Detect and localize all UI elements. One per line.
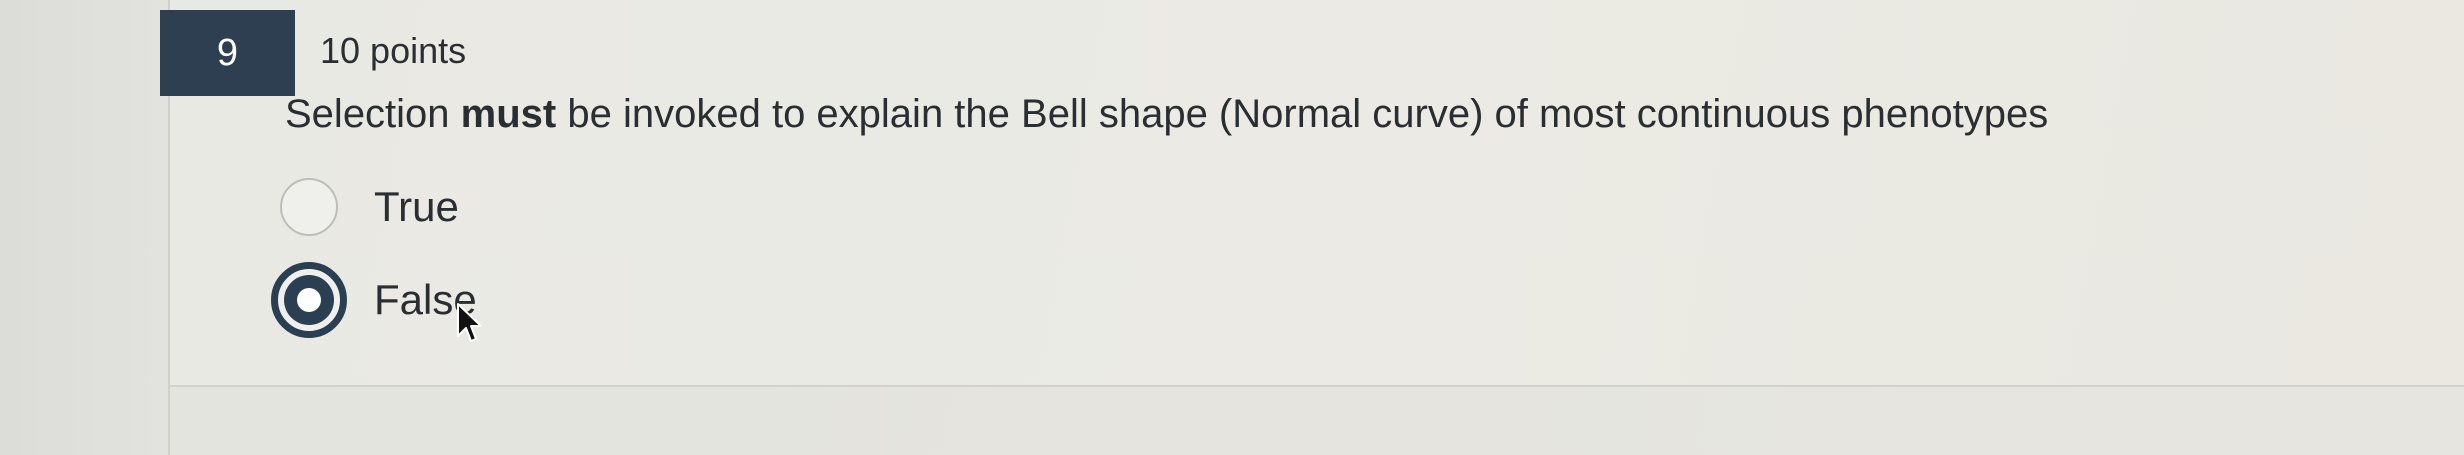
question-text-after: be invoked to explain the Bell shape (No… <box>556 92 2049 136</box>
question-text-before: Selection <box>285 92 461 136</box>
page-left-margin <box>0 0 168 455</box>
radio-button-true[interactable] <box>280 178 338 236</box>
question-points: 10 points <box>320 30 467 71</box>
mouse-pointer-icon <box>457 303 482 342</box>
answer-option-false[interactable]: False <box>271 262 477 338</box>
question-number: 9 <box>216 31 239 74</box>
radio-selected-dot <box>297 288 321 312</box>
answer-option-true[interactable]: True <box>280 178 459 236</box>
answer-label-true[interactable]: True <box>374 183 459 231</box>
radio-button-false[interactable] <box>271 262 347 338</box>
next-question-area <box>168 385 2464 455</box>
question-text-emphasis: must <box>460 92 557 136</box>
question-card <box>168 0 2464 385</box>
question-number-badge: 9 <box>160 10 295 96</box>
question-text: Selection must be invoked to explain the… <box>285 92 2048 137</box>
